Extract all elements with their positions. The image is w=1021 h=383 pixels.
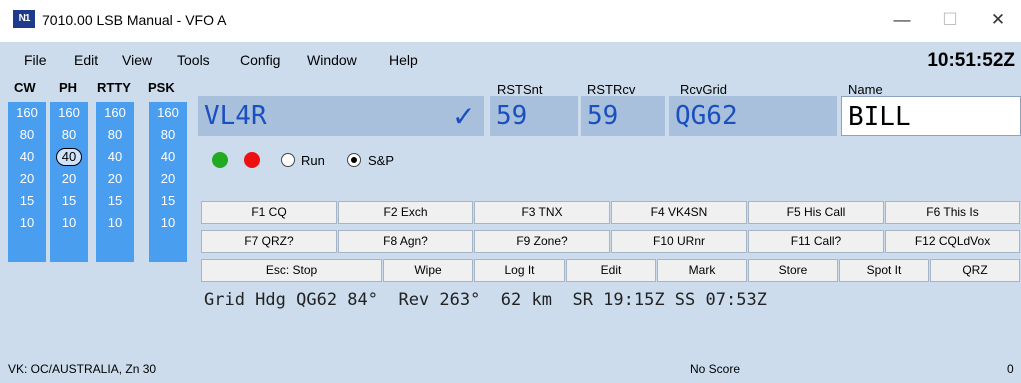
status-count: 0 [1007,362,1014,376]
menu-tools[interactable]: Tools [177,52,210,68]
band-ph-20[interactable]: 20 [50,168,88,190]
menu-help[interactable]: Help [389,52,418,68]
spot-it-button[interactable]: Spot It [839,259,929,282]
rst-rcvd-field[interactable]: 59 [581,96,665,136]
f7-button[interactable]: F7 QRZ? [201,230,337,253]
f2-button[interactable]: F2 Exch [338,201,473,224]
f1-button[interactable]: F1 CQ [201,201,337,224]
callsign-field[interactable]: VL4R [198,96,484,136]
mode-header-ph: PH [59,80,78,95]
band-cw-20[interactable]: 20 [8,168,46,190]
run-radio-label: Run [301,153,325,168]
menu-config[interactable]: Config [240,52,280,68]
mark-button[interactable]: Mark [657,259,747,282]
title-bar: N1 7010.00 LSB Manual - VFO A — ☐ ✕ [0,0,1021,42]
f4-button[interactable]: F4 VK4SN [611,201,747,224]
minimize-button[interactable]: — [882,6,922,34]
status-country: VK: OC/AUSTRALIA, Zn 30 [8,362,157,376]
rst-sent-field[interactable]: 59 [490,96,578,136]
band-cw-80[interactable]: 80 [8,124,46,146]
grid-label: RcvGrid [680,82,727,97]
band-ph-80[interactable]: 80 [50,124,88,146]
band-cw-160[interactable]: 160 [8,102,46,124]
band-rtty-20[interactable]: 20 [96,168,134,190]
band-ph-160[interactable]: 160 [50,102,88,124]
band-psk-15[interactable]: 15 [149,190,187,212]
name-field[interactable]: BILL [841,96,1021,136]
band-psk-10[interactable]: 10 [149,212,187,234]
band-rtty-80[interactable]: 80 [96,124,134,146]
sp-radio-label: S&P [368,153,395,168]
menu-view[interactable]: View [122,52,152,68]
sp-radio[interactable] [347,153,361,167]
band-cw-15[interactable]: 15 [8,190,46,212]
menu-bar: File Edit View Tools Config Window Help [0,48,1021,70]
name-label: Name [848,82,883,97]
edit-button[interactable]: Edit [566,259,656,282]
band-rtty-160[interactable]: 160 [96,102,134,124]
f5-button[interactable]: F5 His Call [748,201,884,224]
menu-window[interactable]: Window [307,52,357,68]
utc-clock: 10:51:52Z [927,50,1015,71]
grid-info-line: Grid Hdg QG62 84° Rev 263° 62 km SR 19:1… [204,290,767,310]
mode-header-rtty: RTTY [97,80,131,95]
band-rtty-15[interactable]: 15 [96,190,134,212]
rst-sent-label: RSTSnt [497,82,543,97]
mode-header-psk: PSK [148,80,175,95]
band-ph-40[interactable]: 40 [50,146,88,168]
rst-rcvd-label: RSTRcv [587,82,636,97]
f10-button[interactable]: F10 URnr [611,230,747,253]
f11-button[interactable]: F11 Call? [748,230,884,253]
band-ph-10[interactable]: 10 [50,212,88,234]
esc-stop-button[interactable]: Esc: Stop [201,259,382,282]
checkmark-icon: ✓ [452,100,476,133]
band-cw-40[interactable]: 40 [8,146,46,168]
app-logo-icon: N1 [13,10,35,28]
band-psk-20[interactable]: 20 [149,168,187,190]
band-psk-160[interactable]: 160 [149,102,187,124]
f6-button[interactable]: F6 This Is [885,201,1020,224]
menu-edit[interactable]: Edit [74,52,98,68]
f3-button[interactable]: F3 TNX [474,201,610,224]
band-cw-10[interactable]: 10 [8,212,46,234]
wipe-button[interactable]: Wipe [383,259,473,282]
mode-header-cw: CW [14,80,36,95]
band-ph-15[interactable]: 15 [50,190,88,212]
qrz-button[interactable]: QRZ [930,259,1020,282]
band-rtty-10[interactable]: 10 [96,212,134,234]
run-radio[interactable] [281,153,295,167]
menu-file[interactable]: File [24,52,47,68]
green-status-icon [212,152,228,168]
selected-band-marker: 40 [56,148,82,166]
band-rtty-spacer [96,234,134,262]
band-psk-spacer [149,234,187,262]
grid-field[interactable]: QG62 [669,96,837,136]
band-psk-40[interactable]: 40 [149,146,187,168]
band-rtty-40[interactable]: 40 [96,146,134,168]
window-title: 7010.00 LSB Manual - VFO A [42,12,227,28]
red-status-icon [244,152,260,168]
f9-button[interactable]: F9 Zone? [474,230,610,253]
band-ph-spacer [50,234,88,262]
store-button[interactable]: Store [748,259,838,282]
band-cw-spacer [8,234,46,262]
f12-button[interactable]: F12 CQLdVox [885,230,1020,253]
band-psk-80[interactable]: 80 [149,124,187,146]
close-button[interactable]: ✕ [978,6,1018,34]
f8-button[interactable]: F8 Agn? [338,230,473,253]
maximize-button[interactable]: ☐ [930,6,970,34]
log-it-button[interactable]: Log It [474,259,565,282]
status-score: No Score [690,362,741,376]
